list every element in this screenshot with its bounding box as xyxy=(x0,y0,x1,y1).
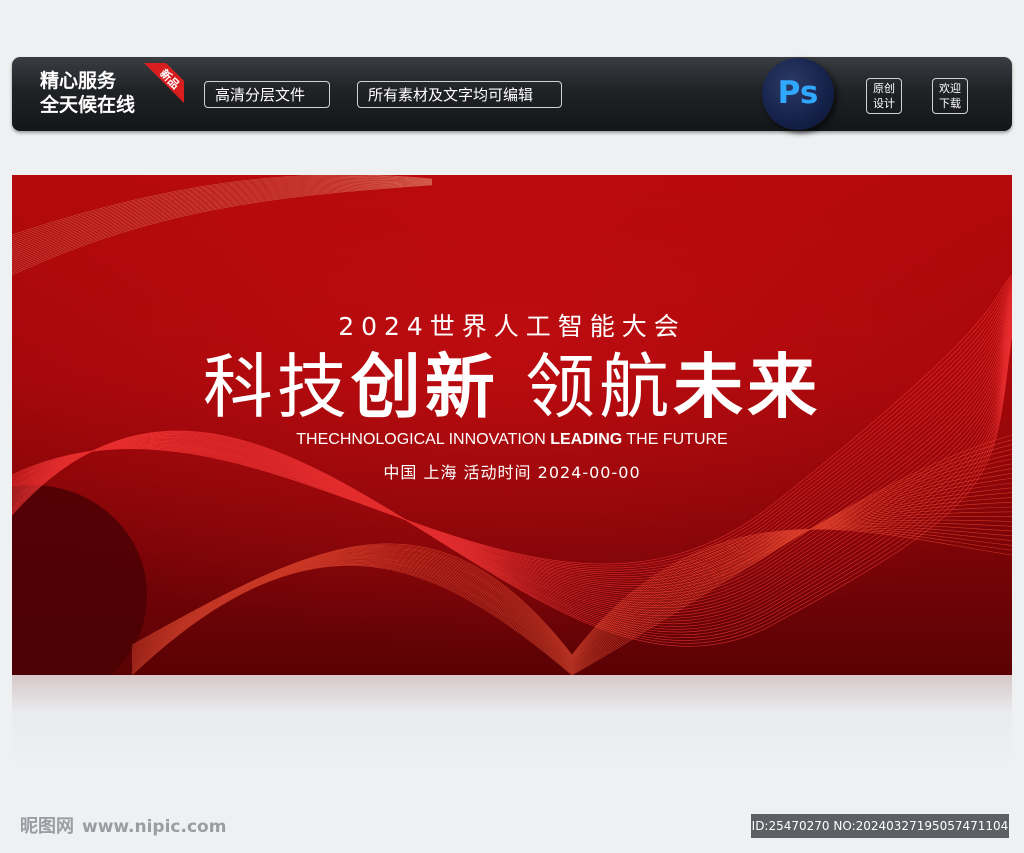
headline-part-2: 创新 xyxy=(350,346,499,428)
headline-part-1: 科技 xyxy=(202,346,351,428)
new-ribbon-icon: 新品 xyxy=(144,63,184,103)
event-info: 中国 上海 活动时间 2024-00-00 xyxy=(383,463,641,482)
tag-layered-file: 高清分层文件 xyxy=(204,81,330,108)
image-id-label: ID:25470270 NO:20240327195057471104 xyxy=(751,814,1009,838)
badge1-line1: 原创 xyxy=(873,82,895,95)
english-part-1: THECHNOLOGICAL INNOVATION xyxy=(296,431,551,448)
tag-editable: 所有素材及文字均可编辑 xyxy=(357,81,562,108)
headline-part-3: 领航 xyxy=(525,346,674,428)
english-tagline: THECHNOLOGICAL INNOVATION LEADING THE FU… xyxy=(12,431,1012,449)
badge2-line2: 下载 xyxy=(939,97,961,110)
ps-label: Ps xyxy=(777,75,819,111)
headline-part-4: 未来 xyxy=(673,346,822,428)
photoshop-logo-icon: Ps xyxy=(762,58,834,130)
english-part-3: THE FUTURE xyxy=(622,431,728,448)
event-banner: 2024世界人工智能大会 科技创新 领航未来 THECHNOLOGICAL IN… xyxy=(12,175,1012,675)
badge2-line1: 欢迎 xyxy=(939,82,961,95)
watermark-url: www.nipic.com xyxy=(82,817,227,837)
promo-bar: 精心服务 全天候在线 新品 高清分层文件 所有素材及文字均可编辑 Ps 原创 设… xyxy=(12,57,1012,131)
service-slogan: 精心服务 全天候在线 xyxy=(40,69,135,117)
banner-reflection xyxy=(12,675,1012,770)
main-headline: 科技创新 领航未来 xyxy=(12,345,1012,429)
watermark-site-name: 昵图网 xyxy=(20,816,74,837)
watermark-site: 昵图网 www.nipic.com xyxy=(20,812,226,838)
original-design-badge: 原创 设计 xyxy=(866,78,902,114)
event-subtitle: 2024世界人工智能大会 xyxy=(338,312,686,341)
welcome-download-badge: 欢迎 下载 xyxy=(932,78,968,114)
badge1-line2: 设计 xyxy=(873,97,895,110)
service-line-1: 精心服务 xyxy=(40,70,117,92)
english-part-2: LEADING xyxy=(550,431,623,448)
service-line-2: 全天候在线 xyxy=(40,94,136,116)
